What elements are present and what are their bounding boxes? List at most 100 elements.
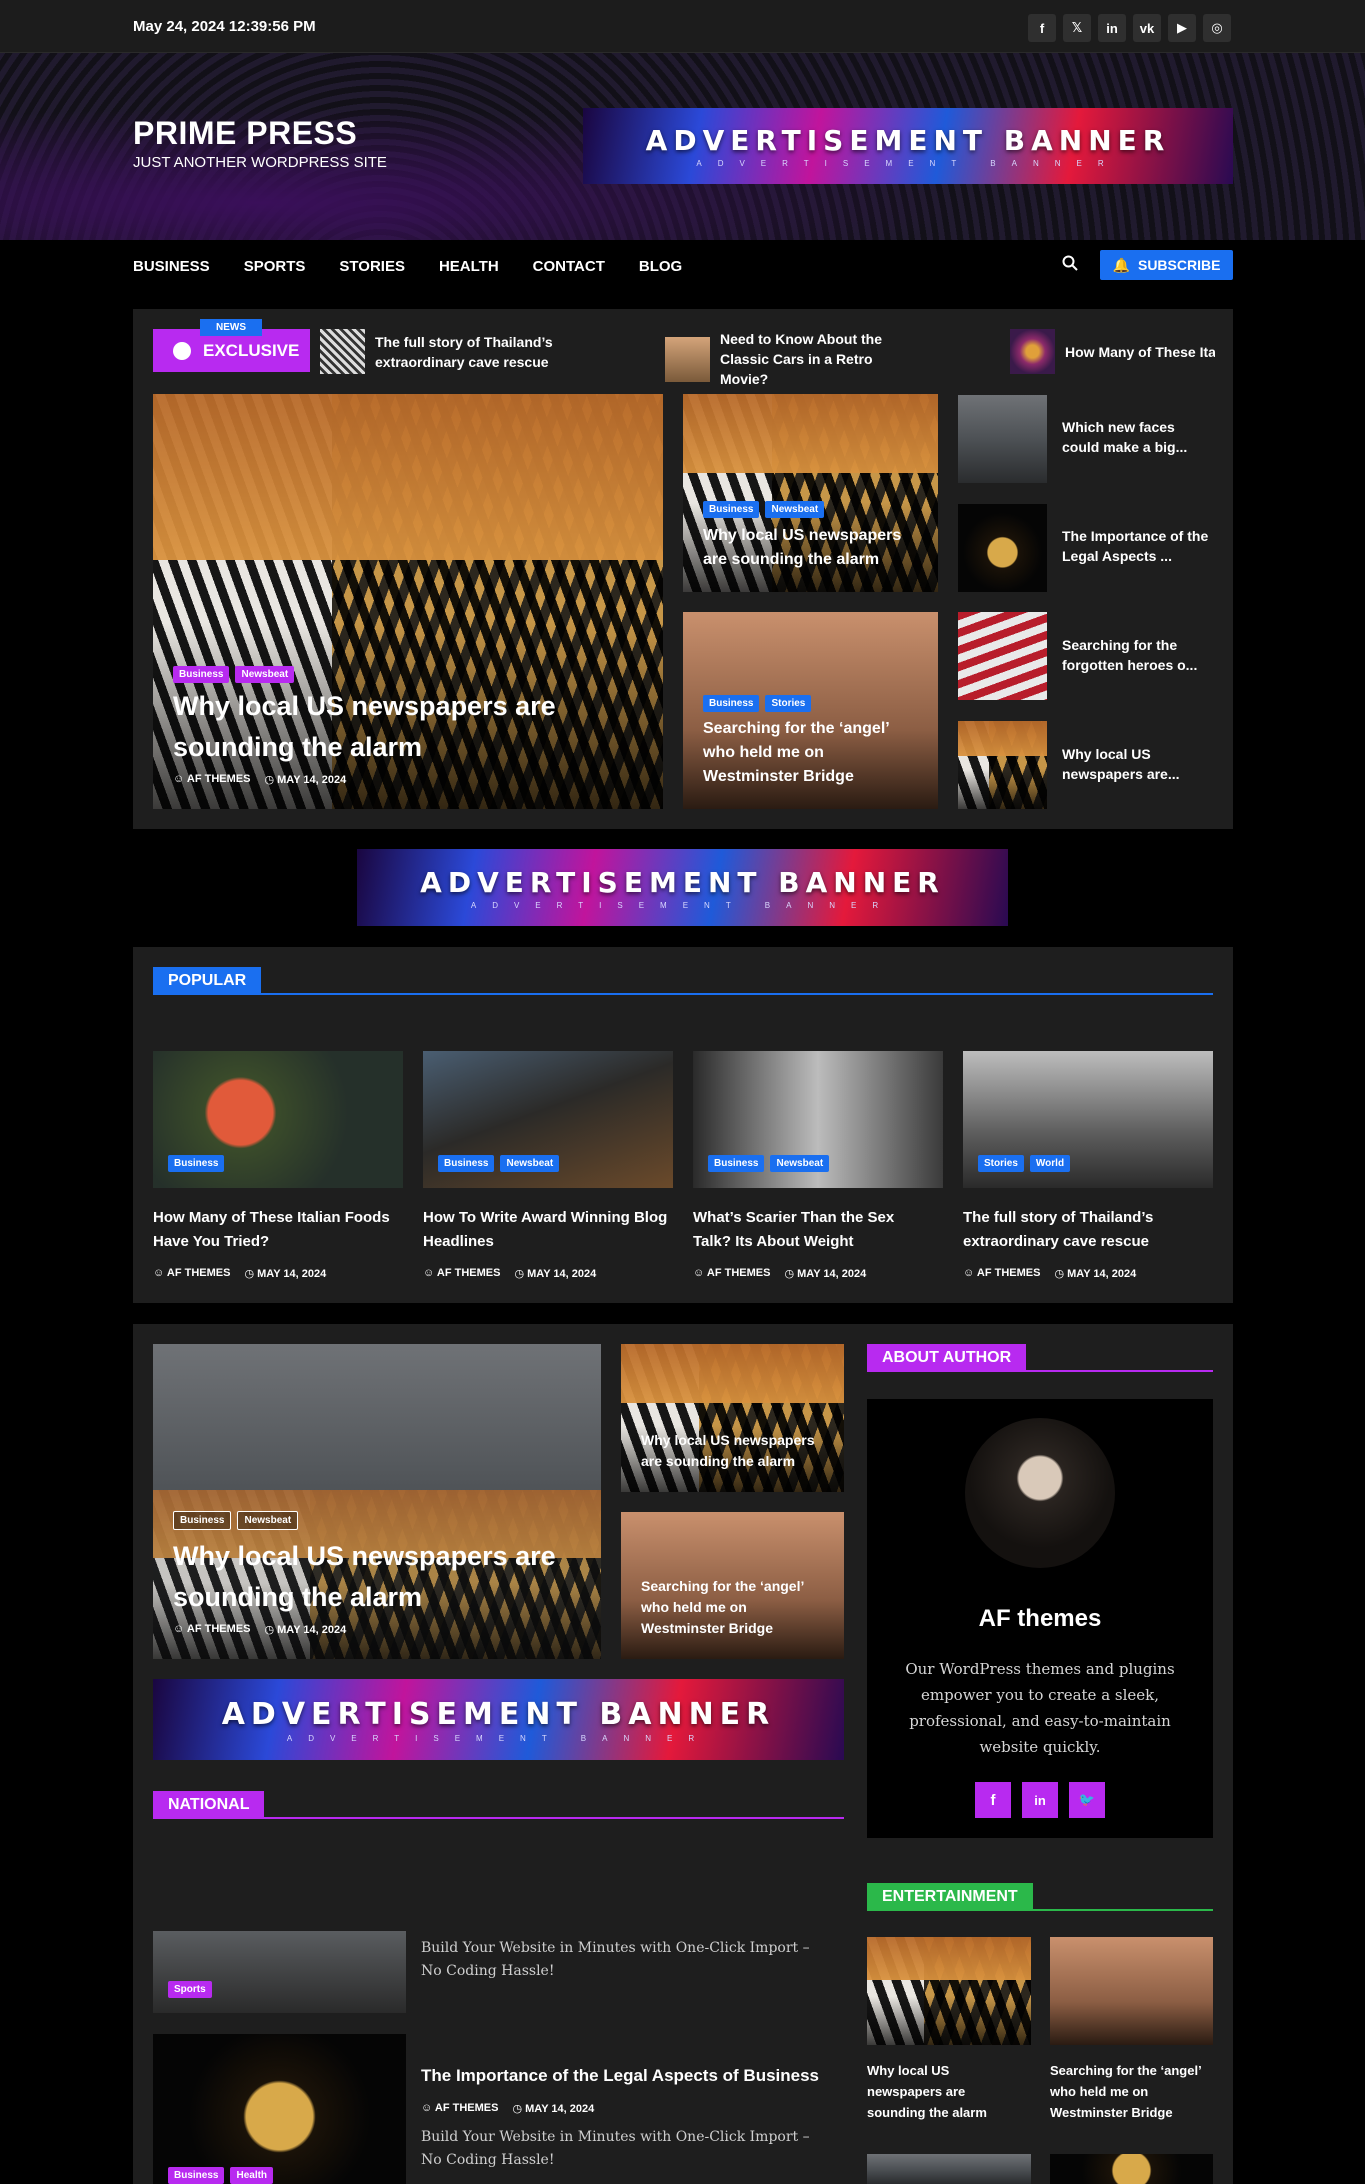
- author-name[interactable]: ☺ AF THEMES: [421, 2102, 498, 2115]
- top-bar: May 24, 2024 12:39:56 PM f 𝕏 in vk ▶ ◎: [0, 0, 1365, 53]
- nav-item-sports[interactable]: SPORTS: [244, 258, 306, 275]
- youtube-icon[interactable]: ▶: [1168, 14, 1196, 42]
- national-post-title[interactable]: The Importance of the Legal Aspects of B…: [421, 2063, 841, 2089]
- category-badge[interactable]: Business: [703, 695, 760, 712]
- search-icon[interactable]: [1062, 255, 1078, 276]
- side-post-thumb[interactable]: [958, 612, 1047, 700]
- mid-ad-banner[interactable]: ADVERTISEMENT BANNER ADVERTISEMENT BANNE…: [357, 849, 1008, 926]
- news-tag: NEWS: [200, 319, 262, 336]
- category-badge[interactable]: Newsbeat: [237, 1511, 299, 1530]
- popular-post-title[interactable]: What’s Scarier Than the Sex Talk? Its Ab…: [693, 1206, 928, 1254]
- ad-banner-subtitle: ADVERTISEMENT BANNER: [470, 900, 895, 910]
- entertainment-post-image[interactable]: [867, 2154, 1031, 2184]
- entertainment-post-image[interactable]: [867, 1937, 1031, 2045]
- category-badge[interactable]: Business: [173, 666, 230, 683]
- entertainment-post-title[interactable]: Searching for the ‘angel’ who held me on…: [1050, 2060, 1215, 2123]
- bell-icon: 🔔: [1112, 256, 1130, 273]
- category-badge[interactable]: Business: [438, 1155, 495, 1172]
- nav-item-stories[interactable]: STORIES: [339, 258, 405, 275]
- subscribe-button[interactable]: 🔔 SUBSCRIBE: [1100, 250, 1233, 280]
- x-icon[interactable]: 𝕏: [1063, 14, 1091, 42]
- category-badge[interactable]: World: [1029, 1155, 1071, 1172]
- popular-post-title[interactable]: How To Write Award Winning Blog Headline…: [423, 1206, 678, 1254]
- facebook-icon[interactable]: f: [1028, 14, 1056, 42]
- entertainment-post-title[interactable]: Why local US newspapers are sounding the…: [867, 2060, 1017, 2123]
- facebook-icon[interactable]: f: [975, 1782, 1011, 1818]
- ticker-item[interactable]: How Many of These Italian Foods Have You…: [1010, 329, 1215, 374]
- linkedin-icon[interactable]: in: [1098, 14, 1126, 42]
- category-badge[interactable]: Stories: [765, 695, 812, 712]
- post-meta: ☺ AF THEMES ◷ MAY 14, 2024: [173, 1623, 346, 1636]
- author-name[interactable]: ☺ AF THEMES: [153, 1267, 230, 1280]
- national-post-thumb[interactable]: [153, 1931, 406, 2013]
- featured-mid-title[interactable]: Why local US newspapers are sounding the…: [703, 524, 918, 572]
- linkedin-icon[interactable]: in: [1022, 1782, 1058, 1818]
- national-post-excerpt: Build Your Website in Minutes with One-C…: [421, 2129, 810, 2168]
- category-badge[interactable]: Newsbeat: [500, 1155, 560, 1172]
- ad-banner-subtitle: ADVERTISEMENT BANNER: [286, 1733, 711, 1743]
- category-badge[interactable]: Business: [173, 1511, 232, 1530]
- nav-item-blog[interactable]: BLOG: [639, 258, 682, 275]
- side-post-thumb[interactable]: [958, 395, 1047, 483]
- header-ad-banner[interactable]: ADVERTISEMENT BANNER ADVERTISEMENT BANNE…: [583, 108, 1233, 184]
- featured-mid-title[interactable]: Searching for the ‘angel’ who held me on…: [703, 717, 918, 789]
- category-badge[interactable]: Stories: [978, 1155, 1024, 1172]
- category-badge[interactable]: Newsbeat: [765, 501, 825, 518]
- ad-banner-title: ADVERTISEMENT BANNER: [221, 1696, 776, 1732]
- lower-small-title[interactable]: Why local US newspapers are sounding the…: [641, 1430, 831, 1472]
- category-badge[interactable]: Newsbeat: [770, 1155, 830, 1172]
- post-date: ◷ MAY 14, 2024: [512, 2103, 595, 2115]
- category-badge[interactable]: Business: [168, 2167, 225, 2184]
- top-social-links: f 𝕏 in vk ▶ ◎: [1028, 14, 1231, 42]
- nav-item-contact[interactable]: CONTACT: [533, 258, 605, 275]
- site-title[interactable]: PRIME PRESS: [133, 115, 357, 152]
- author-name[interactable]: ☺ AF THEMES: [173, 1623, 250, 1636]
- category-badge[interactable]: Business: [708, 1155, 765, 1172]
- side-post-title[interactable]: Searching for the forgotten heroes o...: [1062, 635, 1212, 675]
- main-navigation: BUSINESS SPORTS STORIES HEALTH CONTACT B…: [0, 240, 1365, 293]
- nav-item-health[interactable]: HEALTH: [439, 258, 499, 275]
- national-post-thumb[interactable]: [153, 2034, 406, 2184]
- ad-banner-subtitle: ADVERTISEMENT BANNER: [696, 159, 1120, 168]
- lower-ad-banner[interactable]: ADVERTISEMENT BANNER ADVERTISEMENT BANNE…: [153, 1679, 844, 1760]
- side-post-title[interactable]: Which new faces could make a big...: [1062, 417, 1212, 457]
- author-name[interactable]: ☺ AF THEMES: [693, 1267, 770, 1280]
- ticker-item[interactable]: The full story of Thailand’s extraordina…: [320, 329, 565, 374]
- featured-mid-categories: Business Newsbeat: [703, 501, 825, 518]
- category-badge[interactable]: Health: [230, 2167, 274, 2184]
- side-post-title[interactable]: The Importance of the Legal Aspects ...: [1062, 526, 1212, 566]
- author-name[interactable]: ☺ AF THEMES: [963, 1267, 1040, 1280]
- lower-main-title[interactable]: Why local US newspapers are sounding the…: [173, 1536, 593, 1618]
- avatar: [965, 1418, 1115, 1568]
- author-name[interactable]: ☺ AF THEMES: [173, 773, 250, 786]
- author-name[interactable]: ☺ AF THEMES: [423, 1267, 500, 1280]
- ticker-item[interactable]: Need to Know About the Classic Cars in a…: [665, 329, 910, 389]
- category-badge[interactable]: Business: [703, 501, 760, 518]
- nav-item-business[interactable]: BUSINESS: [133, 258, 210, 275]
- post-date: ◷ MAY 14, 2024: [264, 1624, 347, 1636]
- popular-heading: POPULAR: [153, 967, 1213, 995]
- entertainment-post-image[interactable]: [1050, 1937, 1213, 2045]
- post-date: ◷ MAY 14, 2024: [514, 1268, 597, 1280]
- vk-icon[interactable]: vk: [1133, 14, 1161, 42]
- post-date: ◷ MAY 14, 2024: [784, 1268, 867, 1280]
- popular-post-title[interactable]: The full story of Thailand’s extraordina…: [963, 1206, 1208, 1254]
- lower-small-title[interactable]: Searching for the ‘angel’ who held me on…: [641, 1576, 831, 1639]
- category-badge[interactable]: Business: [168, 1155, 225, 1172]
- dot-icon: [173, 341, 191, 360]
- side-post-thumb[interactable]: [958, 504, 1047, 592]
- popular-post-title[interactable]: How Many of These Italian Foods Have You…: [153, 1206, 408, 1254]
- featured-mid-categories: Business Stories: [703, 695, 812, 712]
- twitter-icon[interactable]: 🐦: [1069, 1782, 1105, 1818]
- instagram-icon[interactable]: ◎: [1203, 14, 1231, 42]
- featured-main-title[interactable]: Why local US newspapers are sounding the…: [173, 686, 613, 768]
- category-badge[interactable]: Newsbeat: [235, 666, 295, 683]
- ticker-thumb: [1010, 329, 1055, 374]
- post-meta: ☺ AF THEMES ◷ MAY 14, 2024: [173, 773, 346, 786]
- category-badge[interactable]: Sports: [168, 1981, 212, 1998]
- entertainment-post-image[interactable]: [1050, 2154, 1213, 2184]
- side-post-thumb[interactable]: [958, 721, 1047, 809]
- site-tagline: JUST ANOTHER WORDPRESS SITE: [133, 154, 387, 171]
- post-meta: ☺ AF THEMES ◷ MAY 14, 2024: [693, 1267, 866, 1280]
- side-post-title[interactable]: Why local US newspapers are...: [1062, 744, 1212, 784]
